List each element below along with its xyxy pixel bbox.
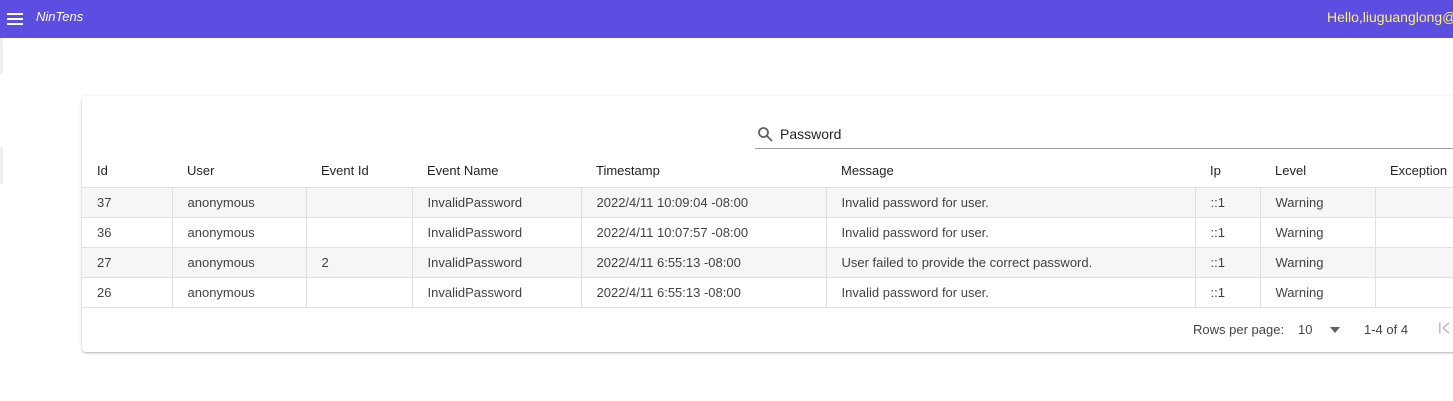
cell-event-id — [306, 277, 413, 308]
cell-ip: ::1 — [1195, 277, 1261, 308]
drawer-edge-top — [0, 38, 3, 74]
column-header-exception[interactable]: Exception — [1375, 153, 1453, 188]
cell-event-id — [306, 187, 413, 218]
search-field[interactable] — [755, 120, 1453, 149]
cell-id: 27 — [82, 247, 173, 278]
table-row[interactable]: 26 anonymous InvalidPassword 2022/4/11 6… — [82, 277, 1453, 308]
cell-id: 26 — [82, 277, 173, 308]
column-header-user[interactable]: User — [172, 153, 306, 188]
cell-timestamp: 2022/4/11 6:55:13 -08:00 — [581, 277, 827, 308]
cell-event-id: 2 — [306, 247, 413, 278]
cell-event-name: InvalidPassword — [412, 217, 582, 248]
app-bar: NinTens Hello,liuguanglong@ — [0, 0, 1453, 38]
table-row[interactable]: 36 anonymous InvalidPassword 2022/4/11 1… — [82, 217, 1453, 248]
rows-per-page-value: 10 — [1298, 322, 1313, 337]
cell-timestamp: 2022/4/11 10:07:57 -08:00 — [581, 217, 827, 248]
column-header-level[interactable]: Level — [1260, 153, 1375, 188]
column-header-ip[interactable]: Ip — [1195, 153, 1260, 188]
table-row[interactable]: 37 anonymous InvalidPassword 2022/4/11 1… — [82, 187, 1453, 218]
column-header-event-id[interactable]: Event Id — [306, 153, 412, 188]
cell-ip: ::1 — [1195, 187, 1261, 218]
drawer-edge-middle — [0, 147, 3, 184]
column-header-message[interactable]: Message — [826, 153, 1195, 188]
table-header-row: Id User Event Id Event Name Timestamp Me… — [82, 153, 1453, 188]
cell-message: Invalid password for user. — [826, 217, 1196, 248]
cell-id: 36 — [82, 217, 173, 248]
first-page-icon — [1439, 322, 1450, 334]
cell-exception — [1375, 187, 1453, 218]
first-page-button[interactable] — [1437, 320, 1453, 336]
search-icon — [758, 127, 773, 142]
cell-level: Warning — [1260, 247, 1376, 278]
table-pagination: Rows per page: 10 1-4 of 4 — [82, 314, 1453, 344]
rows-per-page-label: Rows per page: — [1193, 322, 1285, 337]
cell-message: Invalid password for user. — [826, 187, 1196, 218]
pagination-range: 1-4 of 4 — [1364, 322, 1409, 337]
cell-ip: ::1 — [1195, 217, 1261, 248]
cell-event-id — [306, 217, 413, 248]
rows-per-page-select[interactable]: 10 — [1298, 322, 1342, 340]
column-header-event-name[interactable]: Event Name — [412, 153, 581, 188]
search-input[interactable] — [780, 124, 1380, 144]
column-header-id[interactable]: Id — [82, 153, 172, 188]
menu-icon — [7, 13, 23, 25]
cell-event-name: InvalidPassword — [412, 247, 582, 278]
cell-level: Warning — [1260, 187, 1376, 218]
cell-ip: ::1 — [1195, 247, 1261, 278]
cell-id: 37 — [82, 187, 173, 218]
table-row[interactable]: 27 anonymous 2 InvalidPassword 2022/4/11… — [82, 247, 1453, 278]
cell-exception — [1375, 247, 1453, 278]
cell-message: Invalid password for user. — [826, 277, 1196, 308]
cell-message: User failed to provide the correct passw… — [826, 247, 1196, 278]
cell-level: Warning — [1260, 217, 1376, 248]
cell-user: anonymous — [172, 187, 307, 218]
cell-level: Warning — [1260, 277, 1376, 308]
menu-button[interactable] — [5, 9, 25, 29]
app-title: NinTens — [36, 9, 84, 24]
log-table: Id User Event Id Event Name Timestamp Me… — [82, 153, 1453, 308]
log-table-card: Id User Event Id Event Name Timestamp Me… — [82, 96, 1453, 352]
cell-user: anonymous — [172, 217, 307, 248]
cell-exception — [1375, 277, 1453, 308]
cell-user: anonymous — [172, 277, 307, 308]
cell-exception — [1375, 217, 1453, 248]
user-greeting[interactable]: Hello,liuguanglong@ — [1327, 9, 1453, 25]
column-header-timestamp[interactable]: Timestamp — [581, 153, 826, 188]
cell-user: anonymous — [172, 247, 307, 278]
cell-timestamp: 2022/4/11 6:55:13 -08:00 — [581, 247, 827, 278]
cell-event-name: InvalidPassword — [412, 187, 582, 218]
cell-event-name: InvalidPassword — [412, 277, 582, 308]
chevron-down-icon — [1330, 327, 1340, 333]
cell-timestamp: 2022/4/11 10:09:04 -08:00 — [581, 187, 827, 218]
